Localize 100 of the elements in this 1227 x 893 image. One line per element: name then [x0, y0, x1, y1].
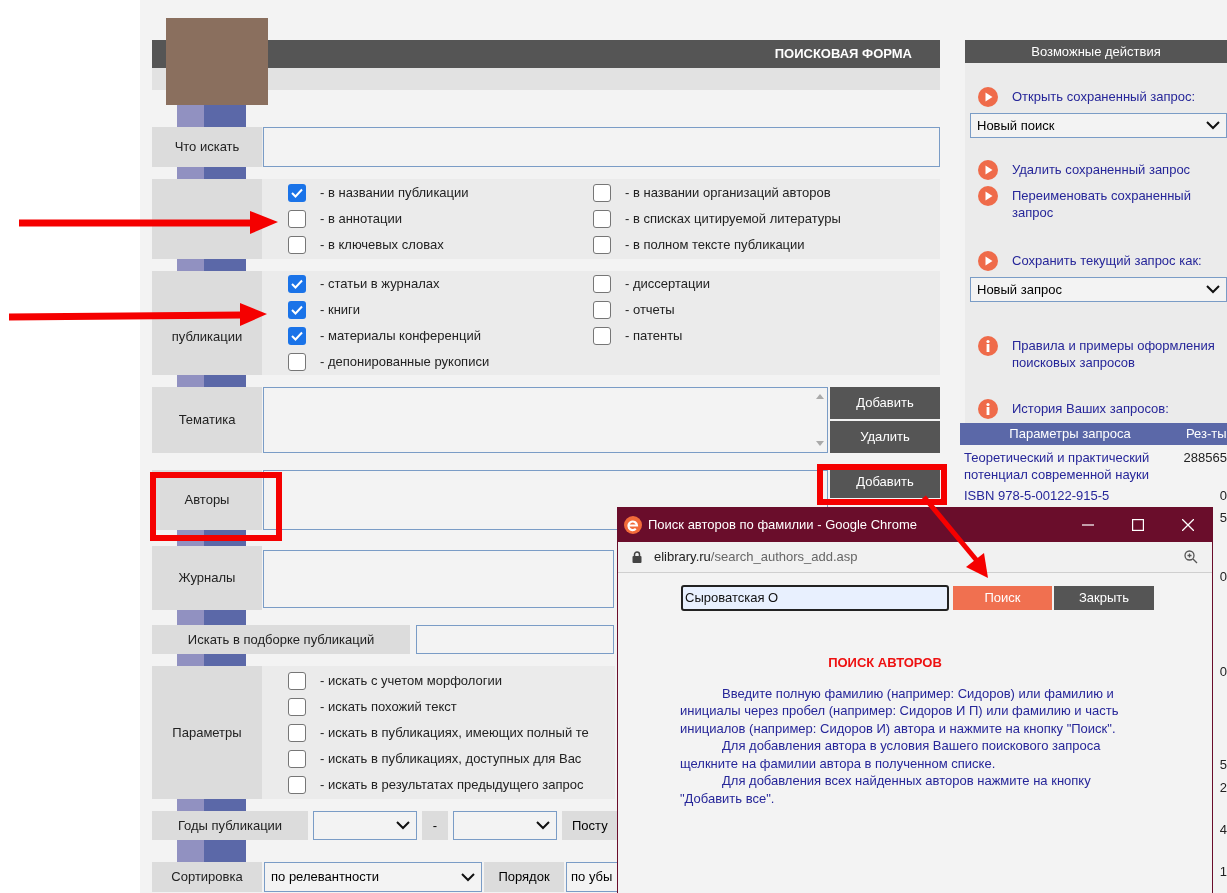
- action-link[interactable]: Переименовать сохраненный запрос: [1012, 186, 1227, 221]
- checkmark-icon: [291, 188, 303, 198]
- collection-field[interactable]: [416, 625, 614, 654]
- checkbox[interactable]: [593, 301, 611, 319]
- checkbox[interactable]: [593, 275, 611, 293]
- panel-title: Возможные действия: [1031, 42, 1161, 61]
- year-from-select[interactable]: [313, 811, 417, 840]
- table-cell: 0: [1219, 664, 1227, 679]
- checkbox-label: - диссертации: [625, 275, 710, 294]
- info-icon: [978, 399, 998, 419]
- order-select[interactable]: по убы: [566, 862, 618, 892]
- action-link[interactable]: Удалить сохраненный запрос: [1012, 160, 1193, 178]
- checkbox-label: - искать в результатах предыдущего запрос: [320, 775, 584, 794]
- checkbox-label: - в ключевых словах: [320, 236, 444, 255]
- add-button[interactable]: Добавить: [830, 387, 940, 419]
- journals-field[interactable]: [263, 550, 614, 608]
- separator-squares: [177, 610, 246, 625]
- table-cell[interactable]: Теоретический и практический потенциал современной науки: [960, 449, 1180, 483]
- separator-squares: [177, 654, 246, 666]
- field-label: Годы публикации: [152, 811, 308, 840]
- field-label: Сортировка: [152, 862, 262, 892]
- field-label: Параметры: [152, 666, 262, 799]
- info-icon: [978, 336, 998, 356]
- field-label: Журналы: [152, 546, 262, 610]
- checkbox[interactable]: [593, 210, 611, 228]
- checkbox-label: - статьи в журналах: [320, 275, 440, 294]
- zoom-icon[interactable]: [1184, 550, 1198, 564]
- play-icon: [978, 186, 998, 206]
- table-cell-text: 0: [1218, 487, 1227, 504]
- field-label: Порядок: [484, 862, 564, 892]
- close-button[interactable]: Закрыть: [1054, 585, 1154, 610]
- checkbox-label: - в списках цитируемой литературы: [625, 210, 841, 229]
- year-separator: -: [422, 811, 448, 840]
- separator-squares: [177, 167, 246, 179]
- checkbox[interactable]: [593, 236, 611, 254]
- checkmark-icon: [291, 331, 303, 341]
- table-cell: 0: [1219, 569, 1227, 584]
- browser-logo-icon: [624, 516, 642, 534]
- separator-squares: [177, 840, 246, 862]
- field-label: публикации: [152, 271, 262, 375]
- checkbox[interactable]: [593, 327, 611, 345]
- chevron-down-icon: [1206, 121, 1220, 130]
- checkbox-label: - книги: [320, 301, 361, 320]
- year-to-select[interactable]: [453, 811, 557, 840]
- popup-heading: ПОИСК АВТОРОВ: [827, 654, 943, 672]
- checkbox-label: - искать с учетом морфологии: [320, 671, 502, 690]
- action-link[interactable]: История Ваших запросов:: [1012, 399, 1171, 417]
- column-header: Параметры запроса: [1008, 425, 1132, 444]
- field-label: Что искать: [152, 127, 262, 167]
- checkbox-label: - материалы конференций: [320, 327, 481, 346]
- field-label: Тематика: [152, 387, 262, 453]
- play-icon: [978, 87, 998, 107]
- checkbox-label: - в названии публикации: [320, 184, 469, 203]
- table-cell: 4: [1219, 822, 1227, 837]
- checkbox[interactable]: [288, 236, 306, 254]
- checkbox[interactable]: [288, 275, 306, 293]
- checkbox[interactable]: [288, 210, 306, 228]
- close-icon[interactable]: [1182, 519, 1194, 531]
- checkbox[interactable]: [288, 353, 306, 371]
- window-title: Поиск авторов по фамилии - Google Chrome: [648, 516, 918, 535]
- checkmark-icon: [291, 305, 303, 315]
- remove-button[interactable]: Удалить: [830, 421, 940, 453]
- checkbox-label: - депонированные рукописи: [320, 353, 490, 372]
- checkbox[interactable]: [288, 184, 306, 202]
- action-link[interactable]: Открыть сохраненный запрос:: [1012, 87, 1198, 105]
- author-search-field[interactable]: Сыроватская О: [681, 584, 949, 611]
- separator-squares: [177, 259, 246, 271]
- saved-query-select[interactable]: Новый запрос: [970, 277, 1227, 302]
- checkbox-label: - искать в публикациях, имеющих полный те: [320, 723, 589, 742]
- checkbox[interactable]: [288, 671, 306, 690]
- table-cell-text: 288565: [1182, 449, 1227, 467]
- table-cell: 2: [1219, 780, 1227, 795]
- chevron-down-icon: [396, 821, 410, 830]
- play-icon: [978, 251, 998, 271]
- table-cell[interactable]: ISBN 978-5-00122-915-5: [960, 487, 1180, 504]
- sort-select[interactable]: по релевантности: [264, 862, 482, 892]
- checkbox-label: - в аннотации: [320, 210, 402, 229]
- table-cell: 1: [1219, 864, 1227, 879]
- checkbox[interactable]: [288, 327, 306, 345]
- field-label: Искать в подборке публикаций: [152, 625, 410, 654]
- play-icon: [978, 160, 998, 180]
- checkbox[interactable]: [593, 184, 611, 202]
- checkbox[interactable]: [288, 749, 306, 768]
- search-text-field[interactable]: [263, 127, 940, 167]
- instruction-paragraph: Для добавления всех найденных авторов нажмите на кнопку "Добавить все".: [680, 772, 1092, 807]
- checkbox[interactable]: [288, 301, 306, 319]
- checkmark-icon: [291, 279, 303, 289]
- chevron-down-icon: [1206, 285, 1220, 294]
- checkbox-label: - искать похожий текст: [320, 697, 457, 716]
- action-link[interactable]: Сохранить текущий запрос как:: [1012, 251, 1204, 269]
- checkbox[interactable]: [288, 697, 306, 716]
- column-header: Рез-ты: [1185, 425, 1227, 444]
- checkbox-label: - искать в публикациях, доступных для Вас: [320, 749, 582, 768]
- action-link[interactable]: Правила и примеры оформления поисковых запросов: [1012, 336, 1227, 371]
- checkbox-label: - отчеты: [625, 301, 675, 320]
- checkbox[interactable]: [288, 775, 306, 794]
- form-title: ПОИСКОВАЯ ФОРМА: [774, 45, 912, 64]
- checkbox[interactable]: [288, 723, 306, 742]
- saved-query-select[interactable]: Новый поиск: [970, 113, 1227, 138]
- maximize-icon[interactable]: [1132, 519, 1144, 531]
